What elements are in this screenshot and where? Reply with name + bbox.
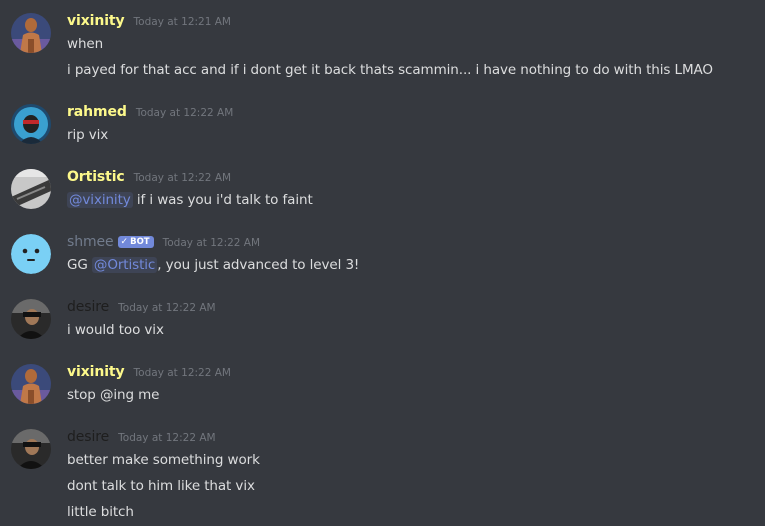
message-text: better make something work — [67, 452, 260, 468]
user-avatar-icon — [11, 104, 51, 144]
username[interactable]: desire — [67, 429, 109, 445]
username[interactable]: shmee — [67, 234, 114, 250]
timestamp: Today at 12:22 AM — [135, 107, 234, 119]
bot-avatar-icon — [11, 234, 51, 274]
timestamp: Today at 12:22 AM — [162, 237, 261, 249]
avatar[interactable] — [11, 13, 51, 53]
user-avatar-icon — [11, 169, 51, 209]
username[interactable]: Ortistic — [67, 169, 125, 185]
avatar[interactable] — [11, 234, 51, 274]
username[interactable]: vixinity — [67, 364, 125, 380]
username[interactable]: rahmed — [67, 104, 127, 120]
message-text: little bitch — [67, 504, 134, 520]
message-text: i would too vix — [67, 322, 164, 338]
user-avatar-icon — [11, 364, 51, 404]
bot-tag-label: BOT — [130, 237, 150, 247]
user-mention[interactable]: @Ortistic — [91, 257, 158, 273]
message-text: i payed for that acc and if i dont get i… — [67, 62, 713, 78]
timestamp: Today at 12:22 AM — [118, 302, 216, 314]
user-avatar-icon — [11, 299, 51, 339]
timestamp: Today at 12:22 AM — [118, 432, 216, 444]
username[interactable]: desire — [67, 299, 109, 315]
timestamp: Today at 12:22 AM — [133, 367, 231, 379]
timestamp: Today at 12:22 AM — [133, 172, 232, 184]
avatar[interactable] — [11, 104, 51, 144]
avatar[interactable] — [11, 364, 51, 404]
message-text: @vixinity if i was you i'd talk to faint — [67, 192, 313, 208]
checkmark-icon: ✓ — [120, 237, 129, 247]
message-text-segment: if i was you i'd talk to faint — [132, 192, 313, 208]
user-mention[interactable]: @vixinity — [67, 192, 133, 208]
message-text: when — [67, 36, 104, 52]
message-text: dont talk to him like that vix — [67, 478, 255, 494]
message-text-segment: GG — [67, 257, 92, 273]
username[interactable]: vixinity — [67, 13, 125, 29]
avatar[interactable] — [11, 429, 51, 469]
avatar[interactable] — [11, 169, 51, 209]
message-text: rip vix — [67, 127, 109, 143]
message-text: stop @ing me — [67, 387, 160, 403]
bot-tag: ✓ BOT — [117, 236, 154, 248]
user-avatar-icon — [11, 429, 51, 469]
message-text-segment: , you just advanced to level 3! — [157, 257, 360, 273]
avatar[interactable] — [11, 299, 51, 339]
timestamp: Today at 12:21 AM — [133, 16, 231, 28]
user-avatar-icon — [11, 13, 51, 53]
message-text: GG @Ortistic, you just advanced to level… — [67, 257, 359, 273]
